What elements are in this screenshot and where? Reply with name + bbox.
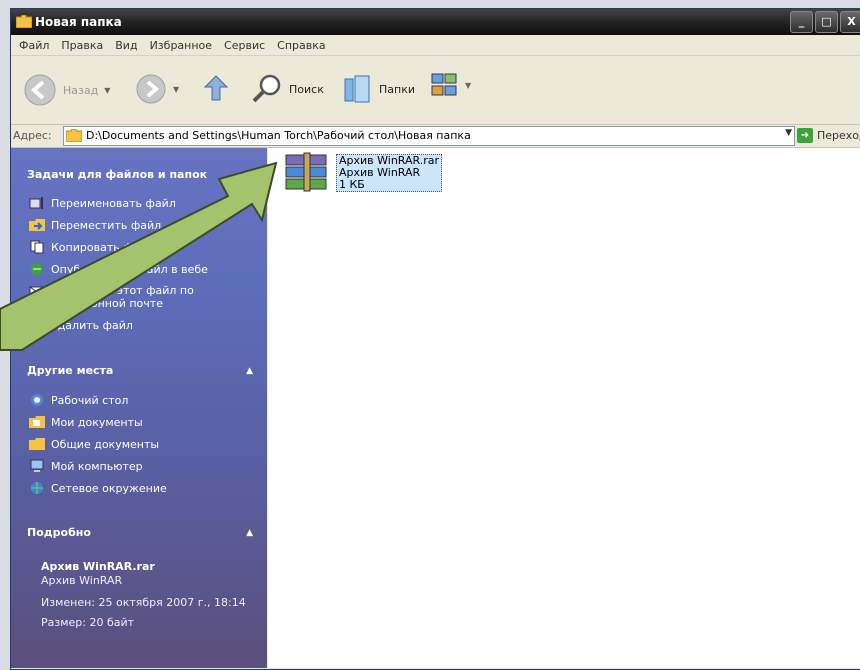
place-my-documents[interactable]: Мои документы bbox=[29, 415, 143, 429]
chevron-down-icon[interactable]: ▼ bbox=[785, 128, 792, 138]
place-desktop[interactable]: Рабочий стол bbox=[29, 393, 128, 407]
shared-documents-icon bbox=[29, 438, 45, 450]
file-label: Архив WinRAR.rar Архив WinRAR 1 КБ bbox=[336, 154, 443, 192]
desktop-icon bbox=[31, 394, 43, 406]
go-arrow-icon: ➜ bbox=[797, 128, 813, 143]
task-copy[interactable]: Копировать файл bbox=[29, 240, 154, 254]
other-places-title[interactable]: Другие места bbox=[27, 364, 113, 377]
move-icon bbox=[29, 219, 45, 231]
forward-arrow-icon bbox=[136, 74, 166, 104]
go-button[interactable]: ➜ Переход bbox=[797, 128, 860, 143]
menu-edit[interactable]: Правка bbox=[55, 39, 109, 52]
task-label: Переместить файл bbox=[51, 218, 162, 232]
search-button[interactable]: Поиск bbox=[251, 73, 324, 105]
place-shared-documents[interactable]: Общие документы bbox=[29, 437, 159, 451]
back-label: Назад bbox=[63, 83, 99, 97]
details-title[interactable]: Подробно bbox=[27, 526, 91, 539]
address-label: Адрес: bbox=[13, 129, 52, 142]
task-delete[interactable]: Удалить файл bbox=[29, 318, 133, 332]
search-label: Поиск bbox=[289, 82, 324, 96]
collapse-icon[interactable]: ▲ bbox=[246, 170, 253, 180]
folders-button[interactable]: Папки bbox=[341, 73, 415, 105]
explorer-window: Новая папка _ □ X Файл Правка Вид Избран… bbox=[10, 8, 860, 670]
publish-web-icon bbox=[31, 263, 43, 275]
minimize-button[interactable]: _ bbox=[790, 11, 813, 33]
views-icon bbox=[431, 73, 457, 96]
folder-icon bbox=[16, 15, 32, 28]
winrar-archive-icon bbox=[285, 152, 327, 192]
task-move[interactable]: Переместить файл bbox=[29, 218, 161, 232]
go-label: Переход bbox=[817, 129, 860, 142]
search-icon bbox=[252, 74, 281, 103]
chevron-down-icon[interactable]: ▼ bbox=[465, 81, 471, 90]
place-label: Мой компьютер bbox=[51, 459, 143, 473]
file-tasks-title[interactable]: Задачи для файлов и папок bbox=[27, 168, 207, 181]
address-path: D:\Documents and Settings\Human Torch\Ра… bbox=[86, 129, 471, 142]
file-size: 1 КБ bbox=[339, 178, 365, 191]
details-modified: Изменен: 25 октября 2007 г., 18:14 bbox=[41, 596, 246, 609]
place-my-computer[interactable]: Мой компьютер bbox=[29, 459, 143, 473]
menu-tools[interactable]: Сервис bbox=[218, 39, 271, 52]
rename-icon bbox=[29, 197, 43, 209]
chevron-down-icon[interactable]: ▼ bbox=[104, 86, 110, 95]
file-item-winrar[interactable]: Архив WinRAR.rar Архив WinRAR 1 КБ bbox=[284, 152, 452, 200]
folders-label: Папки bbox=[379, 82, 415, 96]
place-label: Сетевое окружение bbox=[51, 481, 167, 495]
task-email[interactable]: Отправить этот файл по электронной почте bbox=[29, 284, 201, 310]
menu-file[interactable]: Файл bbox=[13, 39, 55, 52]
collapse-icon[interactable]: ▲ bbox=[246, 528, 253, 538]
my-computer-icon bbox=[30, 459, 44, 472]
menu-view[interactable]: Вид bbox=[109, 39, 143, 52]
title-bar[interactable]: Новая папка _ □ X bbox=[11, 9, 860, 35]
views-button[interactable]: ▼ bbox=[431, 73, 471, 97]
place-label: Мои документы bbox=[51, 415, 143, 429]
back-arrow-icon bbox=[24, 74, 56, 106]
copy-icon bbox=[30, 240, 44, 254]
forward-button[interactable]: ▼ bbox=[135, 73, 179, 105]
place-network[interactable]: Сетевое окружение bbox=[29, 481, 167, 495]
menu-favorites[interactable]: Избранное bbox=[144, 39, 218, 52]
task-label: Переименовать файл bbox=[51, 196, 176, 210]
menu-bar: Файл Правка Вид Избранное Сервис Справка bbox=[11, 35, 860, 56]
task-publish-web[interactable]: Опубликовать файл в вебе bbox=[29, 262, 208, 276]
place-label: Общие документы bbox=[51, 437, 160, 451]
address-input[interactable]: D:\Documents and Settings\Human Torch\Ра… bbox=[63, 126, 795, 146]
task-label: Удалить файл bbox=[51, 318, 133, 332]
collapse-icon[interactable]: ▲ bbox=[246, 366, 253, 376]
address-bar: Адрес: D:\Documents and Settings\Human T… bbox=[11, 125, 860, 148]
up-folder-icon bbox=[203, 75, 229, 101]
chevron-down-icon[interactable]: ▼ bbox=[173, 85, 179, 94]
network-icon bbox=[31, 482, 43, 494]
details-size: Размер: 20 байт bbox=[41, 616, 135, 629]
folder-icon bbox=[66, 129, 82, 142]
folders-icon bbox=[344, 75, 370, 103]
email-icon bbox=[29, 286, 45, 297]
close-button[interactable]: X bbox=[840, 11, 860, 33]
details-file-name: Архив WinRAR.rar bbox=[41, 560, 155, 573]
window-title: Новая папка bbox=[35, 15, 122, 29]
task-pane: Задачи для файлов и папок ▲ Переименоват… bbox=[11, 148, 267, 668]
up-folder-button[interactable] bbox=[201, 73, 231, 103]
task-label: Копировать файл bbox=[51, 240, 154, 254]
file-list-area[interactable]: Архив WinRAR.rar Архив WinRAR 1 КБ bbox=[268, 148, 860, 668]
back-button[interactable]: Назад ▼ bbox=[23, 73, 110, 107]
task-label: Опубликовать файл в вебе bbox=[51, 262, 208, 276]
task-rename[interactable]: Переименовать файл bbox=[29, 196, 176, 210]
delete-icon bbox=[30, 318, 44, 332]
place-label: Рабочий стол bbox=[51, 393, 129, 407]
task-label: Отправить этот файл по электронной почте bbox=[51, 284, 194, 310]
toolbar: Назад ▼ ▼ Поиск Папки ▼ bbox=[11, 56, 860, 125]
menu-help[interactable]: Справка bbox=[271, 39, 331, 52]
my-documents-icon bbox=[29, 416, 45, 428]
maximize-button[interactable]: □ bbox=[815, 11, 838, 33]
details-file-type: Архив WinRAR bbox=[41, 574, 123, 587]
